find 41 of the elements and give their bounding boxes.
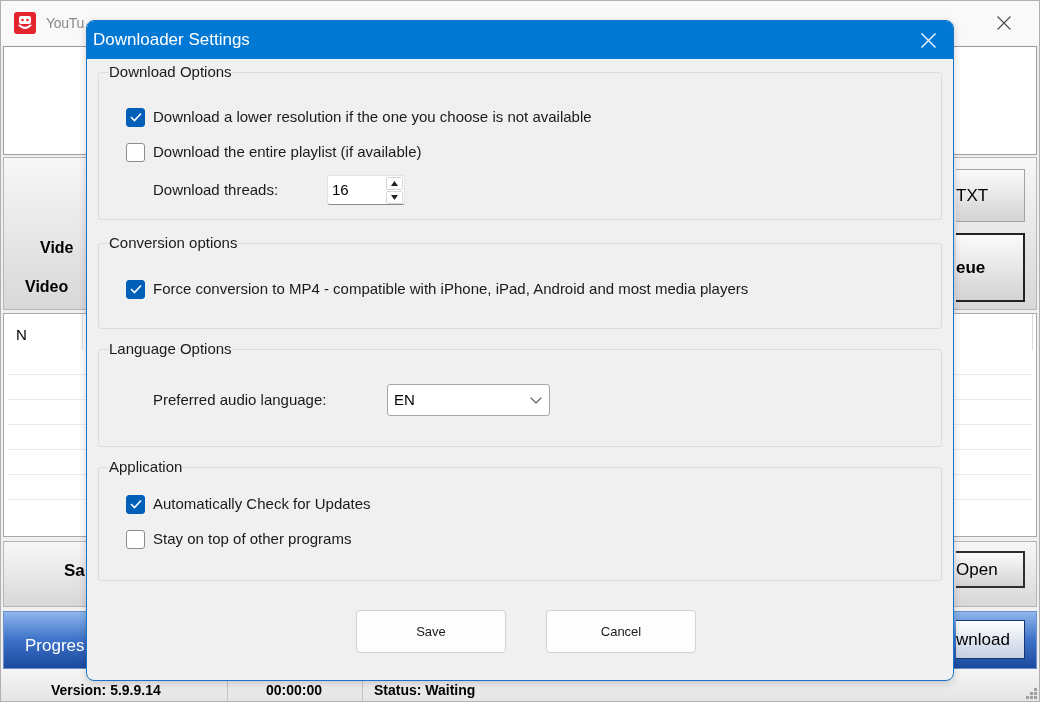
resize-grip-icon[interactable] <box>1026 688 1037 699</box>
checkbox[interactable] <box>126 279 145 299</box>
checkbox[interactable] <box>126 142 145 162</box>
progress-label: Progres <box>25 635 85 657</box>
dialog-button[interactable]: Cancel <box>546 610 696 653</box>
close-icon[interactable] <box>997 16 1011 30</box>
status-text: Status: Waiting <box>374 682 476 699</box>
group-title: Language Options <box>109 340 232 358</box>
open-button[interactable]: Open <box>956 551 1025 588</box>
checkbox[interactable] <box>126 494 145 514</box>
button[interactable]: TXT <box>956 169 1025 222</box>
app-icon <box>14 12 36 34</box>
dropdown[interactable]: EN <box>387 384 550 416</box>
status-text: 00:00:00 <box>266 682 323 699</box>
group-title: Download Options <box>109 63 232 81</box>
download-button[interactable]: wnload <box>956 620 1025 659</box>
status-text: Version: 5.9.9.14 <box>51 682 161 699</box>
field-label: Preferred audio language: <box>153 391 327 409</box>
checkbox[interactable] <box>126 107 145 127</box>
dialog-title: Downloader Settings <box>93 29 250 52</box>
dialog-button[interactable]: Save <box>356 610 506 653</box>
column-header[interactable]: N <box>16 326 27 343</box>
button[interactable]: eue <box>956 233 1025 302</box>
checkbox-label: Automatically Check for Updates <box>153 495 371 513</box>
field-label: Vide <box>40 238 74 258</box>
checkbox[interactable] <box>126 529 145 549</box>
checkbox-label: Force conversion to MP4 - compatible with iPhone, iPad, Android and most media players <box>153 280 749 298</box>
chevron-down-icon[interactable] <box>530 396 542 404</box>
field-label: Sa <box>64 560 85 582</box>
group-title: Application <box>109 458 183 476</box>
field-label: Video <box>25 277 69 297</box>
checkbox-label: Stay on top of other programs <box>153 530 352 548</box>
checkbox-label: Download a lower resolution if the one you choose is not available <box>153 108 592 126</box>
checkmark-icon <box>129 284 142 294</box>
window-title: YouTu <box>46 13 84 33</box>
number-input[interactable]: 16 <box>327 175 405 205</box>
checkbox-label: Download the entire playlist (if available) <box>153 143 422 161</box>
checkmark-icon <box>129 112 142 122</box>
group-title: Conversion options <box>109 234 238 252</box>
checkmark-icon <box>129 499 142 509</box>
field-label: Download threads: <box>153 181 279 199</box>
